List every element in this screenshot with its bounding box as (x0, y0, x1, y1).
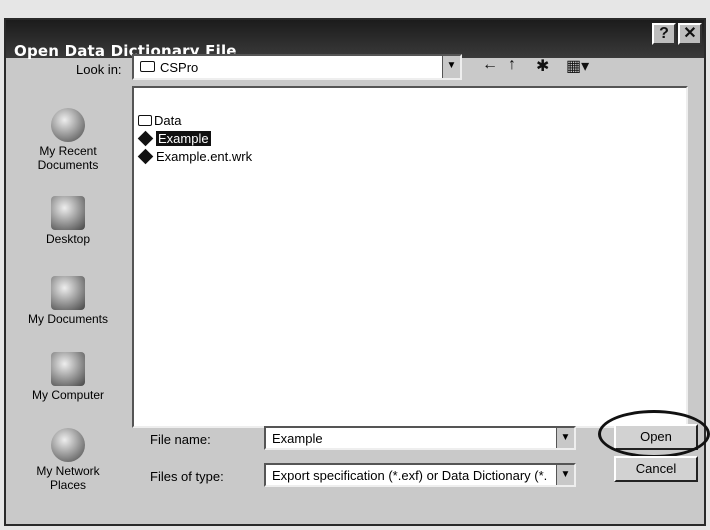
place-label: My Network Places (36, 464, 100, 492)
desktop-icon (51, 196, 85, 230)
highlight-ring (598, 410, 710, 458)
folder-icon (140, 61, 155, 72)
place-desktop[interactable]: Desktop (8, 196, 128, 246)
file-name-label: File name: (150, 432, 211, 447)
place-network[interactable]: My Network Places (8, 428, 128, 492)
chevron-down-icon[interactable]: ▼ (556, 465, 574, 485)
file-name: Example.ent.wrk (156, 149, 253, 164)
place-recent-documents[interactable]: My Recent Documents (8, 108, 128, 172)
close-button[interactable]: ✕ (678, 23, 702, 45)
back-icon[interactable]: ← (482, 56, 498, 74)
my-computer-icon (51, 352, 85, 386)
help-button[interactable]: ? (652, 23, 676, 45)
look-in-label: Look in: (76, 62, 122, 77)
file-name: Data (154, 113, 182, 128)
chevron-down-icon[interactable]: ▼ (556, 428, 574, 448)
folder-icon (138, 115, 152, 126)
place-my-documents[interactable]: My Documents (8, 276, 128, 326)
place-label: My Recent Documents (37, 144, 99, 172)
look-in-value: CSPro (160, 60, 199, 75)
new-folder-icon[interactable]: ✱ (536, 56, 549, 76)
up-folder-icon[interactable]: ↑ (508, 56, 516, 74)
views-menu-icon[interactable]: ▦▾ (566, 56, 589, 76)
list-item[interactable]: Example.ent.wrk (137, 148, 253, 166)
chevron-down-icon[interactable]: ▼ (442, 56, 460, 78)
place-label: My Documents (27, 312, 109, 326)
recent-documents-icon (51, 108, 85, 142)
look-in-dropdown[interactable]: CSPro ▼ (132, 54, 462, 80)
files-of-type-label: Files of type: (150, 469, 224, 484)
list-item[interactable]: Example (137, 130, 211, 148)
my-documents-icon (51, 276, 85, 310)
dictionary-file-icon (137, 148, 154, 165)
places-bar: My Recent Documents Desktop My Documents… (8, 86, 128, 506)
place-label: My Computer (31, 388, 105, 402)
files-of-type-value: Export specification (*.exf) or Data Dic… (272, 468, 548, 483)
files-of-type-dropdown[interactable]: Export specification (*.exf) or Data Dic… (264, 463, 576, 487)
title-bar: Open Data Dictionary File ? ✕ (6, 20, 704, 60)
network-places-icon (51, 428, 85, 462)
file-list[interactable]: Data Example Example.ent.wrk (132, 86, 688, 428)
cancel-button[interactable]: Cancel (614, 456, 698, 482)
file-name-input[interactable]: Example ▼ (264, 426, 576, 450)
place-label: Desktop (45, 232, 91, 246)
file-name: Example (156, 131, 211, 146)
dictionary-file-icon (137, 130, 154, 147)
list-item[interactable]: Data (138, 112, 181, 130)
place-my-computer[interactable]: My Computer (8, 352, 128, 402)
file-name-value: Example (272, 431, 323, 446)
